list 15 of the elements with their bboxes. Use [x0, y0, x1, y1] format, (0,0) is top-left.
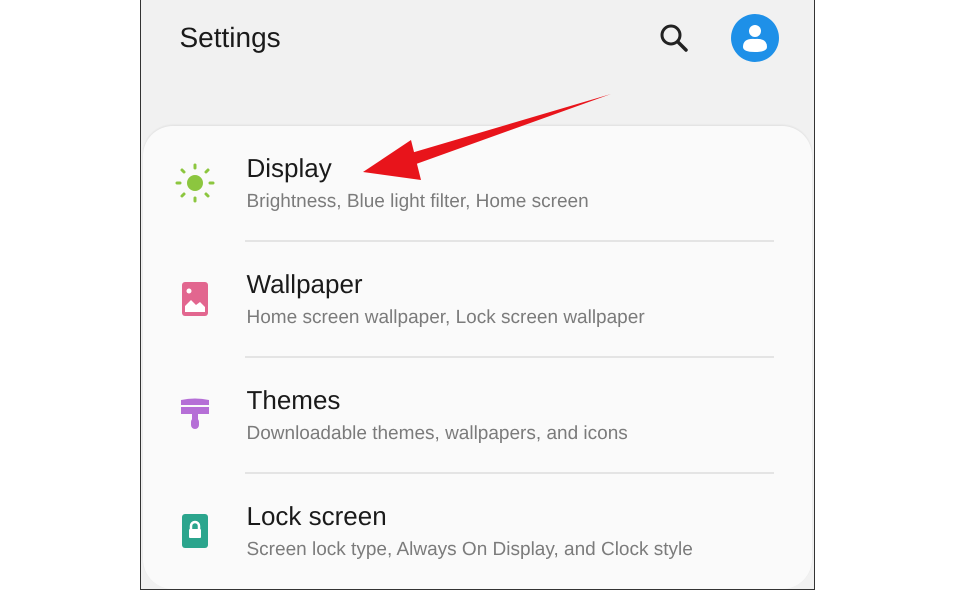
item-subtitle: Downloadable themes, wallpapers, and icons — [246, 422, 628, 446]
profile-icon[interactable] — [730, 14, 778, 62]
item-title: Themes — [246, 384, 342, 414]
item-title: Lock screen — [246, 500, 388, 530]
settings-item[interactable]: Wallpaper Home screen wallpaper, Lock screen wallpaper — [142, 242, 812, 356]
item-subtitle: Home screen wallpaper, Lock screen wallpaper — [246, 306, 645, 330]
item-title: Wallpaper — [246, 268, 364, 298]
settings-item[interactable]: Themes Downloadable themes, wallpapers, and icons — [142, 358, 812, 472]
settings-item[interactable]: Display Brightness, Blue light filter, Home screen — [142, 126, 812, 240]
item-title: Display — [246, 152, 333, 182]
settings-item[interactable]: Lock screen Screen lock type, Always On Display, and Clock style — [142, 474, 812, 588]
item-subtitle: Brightness, Blue light filter, Home screen — [246, 190, 589, 214]
item-subtitle: Screen lock type, Always On Display, and Clock style — [246, 538, 693, 562]
search-icon[interactable] — [658, 23, 688, 53]
page-title: Settings — [180, 22, 282, 54]
